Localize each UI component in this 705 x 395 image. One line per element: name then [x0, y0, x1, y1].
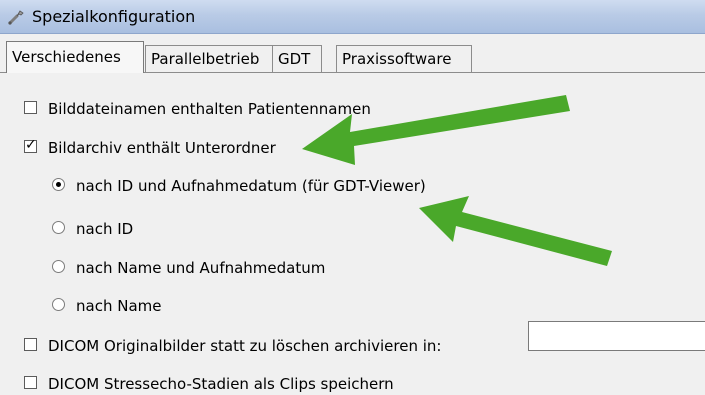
subfolders-label: Bildarchiv enthält Unterordner	[48, 139, 276, 157]
patient-names-checkbox[interactable]	[24, 101, 37, 114]
dicom-archive-label: DICOM Originalbilder statt zu löschen ar…	[48, 337, 442, 355]
tab-praxissoftware[interactable]: Praxissoftware	[336, 45, 472, 72]
dicom-archive-checkbox[interactable]	[24, 338, 37, 351]
radio-selected-dot	[56, 182, 61, 187]
tab-gdt[interactable]: GDT	[272, 45, 322, 72]
radio-id-button[interactable]	[52, 221, 65, 234]
dicom-stress-checkbox[interactable]	[24, 376, 37, 389]
tab-strip: Verschiedenes Parallelbetrieb GDT Praxis…	[0, 33, 705, 73]
archive-path-input[interactable]	[528, 321, 705, 351]
checkmark-icon: ✓	[25, 137, 37, 153]
radio-name-date-button[interactable]	[52, 260, 65, 273]
subfolders-checkbox[interactable]: ✓	[24, 137, 37, 153]
radio-id-label: nach ID	[76, 220, 134, 238]
window-title: Spezialkonfiguration	[32, 7, 196, 26]
radio-name-button[interactable]	[52, 298, 65, 311]
patient-names-label: Bilddateinamen enthalten Patientennamen	[48, 100, 371, 118]
radio-id-date-button[interactable]	[52, 178, 65, 191]
green-arrow-icon	[419, 196, 612, 266]
wrench-icon	[8, 10, 24, 25]
tab-parallelbetrieb[interactable]: Parallelbetrieb	[145, 45, 273, 72]
radio-name-date-label: nach Name und Aufnahmedatum	[76, 259, 326, 277]
dicom-stress-label: DICOM Stressecho-Stadien als Clips speic…	[48, 375, 394, 393]
radio-id-date-label: nach ID und Aufnahmedatum (für GDT-Viewe…	[76, 177, 426, 195]
title-bar: Spezialkonfiguration	[0, 0, 705, 34]
radio-name-label: nach Name	[76, 297, 162, 315]
tab-verschiedenes[interactable]: Verschiedenes	[6, 41, 144, 73]
